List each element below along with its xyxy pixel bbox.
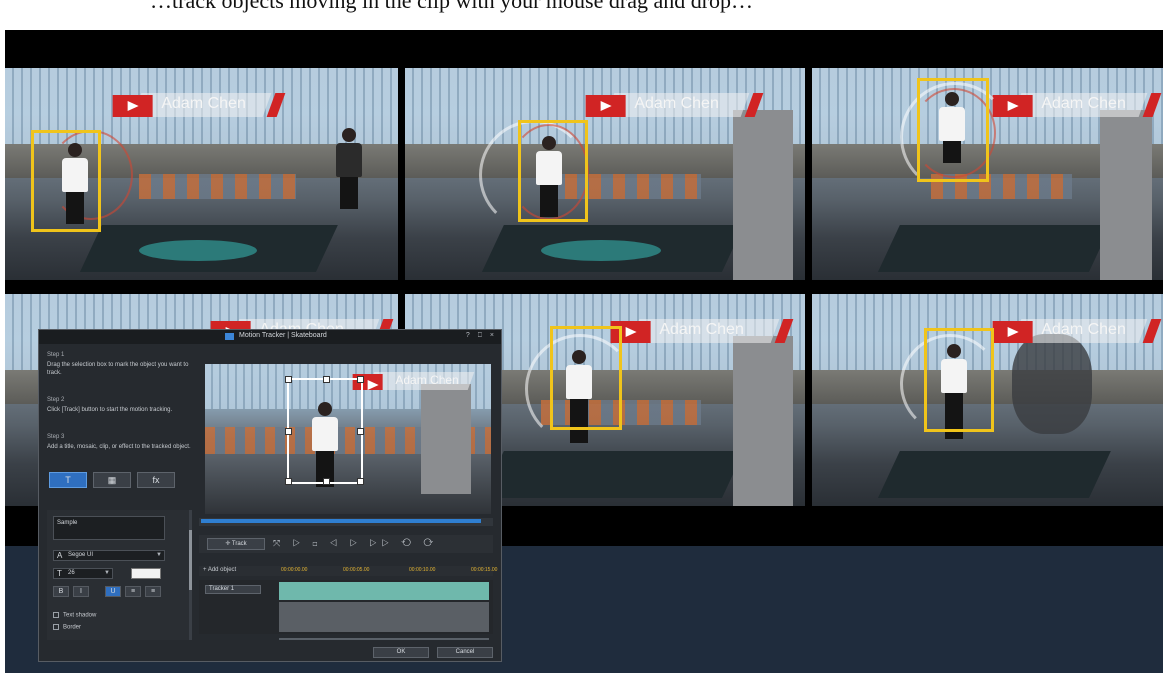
add-effect-button[interactable]: fx <box>137 472 175 488</box>
font-color-picker[interactable] <box>131 568 161 579</box>
text-size-icon: T <box>57 569 62 578</box>
youtube-logo-icon <box>585 95 626 118</box>
name-banner: Adam Chen <box>610 319 794 344</box>
resize-handle[interactable] <box>357 376 364 383</box>
step-title: Step 1 <box>47 352 65 358</box>
resize-handle[interactable] <box>285 428 292 435</box>
tracking-box <box>550 326 622 430</box>
align-right-button[interactable]: ≡ <box>145 586 161 597</box>
frame-thumbnail[interactable]: Adam Chen <box>405 68 805 280</box>
step-title: Step 3 <box>47 434 65 440</box>
name-banner: Adam Chen <box>585 93 764 118</box>
timeline-zoom <box>199 636 493 642</box>
add-object-button[interactable]: + Add object <box>203 567 236 573</box>
resize-handle[interactable] <box>285 376 292 383</box>
zoom-slider[interactable] <box>279 638 489 640</box>
resize-handle[interactable] <box>285 478 292 485</box>
youtube-logo-icon <box>992 321 1033 344</box>
step-text: Click [Track] button to start the motion… <box>47 407 173 413</box>
timeline-track: Tracker 1 <box>199 580 493 634</box>
title-text-input[interactable]: Sample <box>53 516 165 540</box>
track-button[interactable]: ✛ Track <box>207 538 265 550</box>
add-title-button[interactable]: T <box>49 472 87 488</box>
name-banner: Adam Chen <box>352 372 475 390</box>
tracker-label[interactable]: Tracker 1 <box>205 585 261 594</box>
italic-button[interactable]: I <box>73 586 89 597</box>
ok-button[interactable]: OK <box>373 647 429 658</box>
video-preview: Adam Chen <box>205 364 491 514</box>
name-banner: Adam Chen <box>992 319 1162 344</box>
title-properties-panel: Sample A Segoe UI ▼ T 26 ▼ B I U ≡ ≡ Tex… <box>47 510 189 640</box>
align-center-button[interactable]: ≡ <box>125 586 141 597</box>
underline-button[interactable]: U <box>105 586 121 597</box>
frame-thumbnail[interactable]: Adam Chen <box>5 68 398 280</box>
dialog-titlebar: Motion Tracker | Skateboard ? ⎕ × <box>39 330 501 344</box>
app-icon <box>225 333 234 340</box>
font-size-select[interactable]: T 26 ▼ <box>53 568 113 579</box>
track-icon: ✛ <box>225 541 232 547</box>
chevron-down-icon: ▼ <box>156 552 162 558</box>
timeline-header: + Add object 00:00:00.00 00:00:05.00 00:… <box>199 566 497 576</box>
window-controls[interactable]: ? ⎕ × <box>466 332 497 340</box>
frame-thumbnail[interactable]: Adam Chen <box>812 68 1163 280</box>
frame-thumbnail[interactable]: Adam Chen <box>812 294 1163 506</box>
border-checkbox[interactable]: Border <box>53 624 81 631</box>
scrubber-progress <box>201 519 481 523</box>
resize-handle[interactable] <box>323 376 330 383</box>
tracking-clip[interactable] <box>279 582 489 600</box>
tracking-box <box>31 130 101 232</box>
chevron-down-icon: ▼ <box>104 570 110 576</box>
youtube-logo-icon <box>112 95 153 118</box>
motion-tracker-dialog: Motion Tracker | Skateboard ? ⎕ × Step 1… <box>38 329 502 662</box>
text-shadow-checkbox[interactable]: Text shadow <box>53 612 96 619</box>
dialog-title: Motion Tracker | Skateboard <box>239 332 327 339</box>
resize-handle[interactable] <box>323 478 330 485</box>
selection-box[interactable] <box>285 376 364 485</box>
caption-text: …track objects moving in the clip with y… <box>150 0 754 13</box>
step-text: Drag the selection box to mark the objec… <box>47 362 189 376</box>
playback-controls: ✛ Track ⤧ ▷ ◻ ◁ ▷ ▷▷ ⟲ ⟳ <box>199 535 493 553</box>
playback-icons[interactable]: ⤧ ▷ ◻ ◁ ▷ ▷▷ ⟲ ⟳ <box>273 538 438 549</box>
tracking-box <box>924 328 994 432</box>
bold-button[interactable]: B <box>53 586 69 597</box>
step-text: Add a title, mosaic, clip, or effect to … <box>47 444 191 450</box>
cancel-button[interactable]: Cancel <box>437 647 493 658</box>
steps-panel: Step 1 Drag the selection box to mark th… <box>47 352 197 471</box>
name-banner: Adam Chen <box>112 93 286 118</box>
font-icon: A <box>57 551 63 560</box>
name-banner: Adam Chen <box>992 93 1162 118</box>
tracking-box <box>917 78 989 182</box>
font-select[interactable]: A Segoe UI ▼ <box>53 550 165 561</box>
resize-handle[interactable] <box>357 478 364 485</box>
properties-scrollbar[interactable] <box>189 510 192 640</box>
step-title: Step 2 <box>47 397 65 403</box>
resize-handle[interactable] <box>357 428 364 435</box>
add-mosaic-button[interactable]: ▦ <box>93 472 131 488</box>
tracking-box <box>518 120 588 222</box>
object-track-area[interactable] <box>279 602 489 632</box>
